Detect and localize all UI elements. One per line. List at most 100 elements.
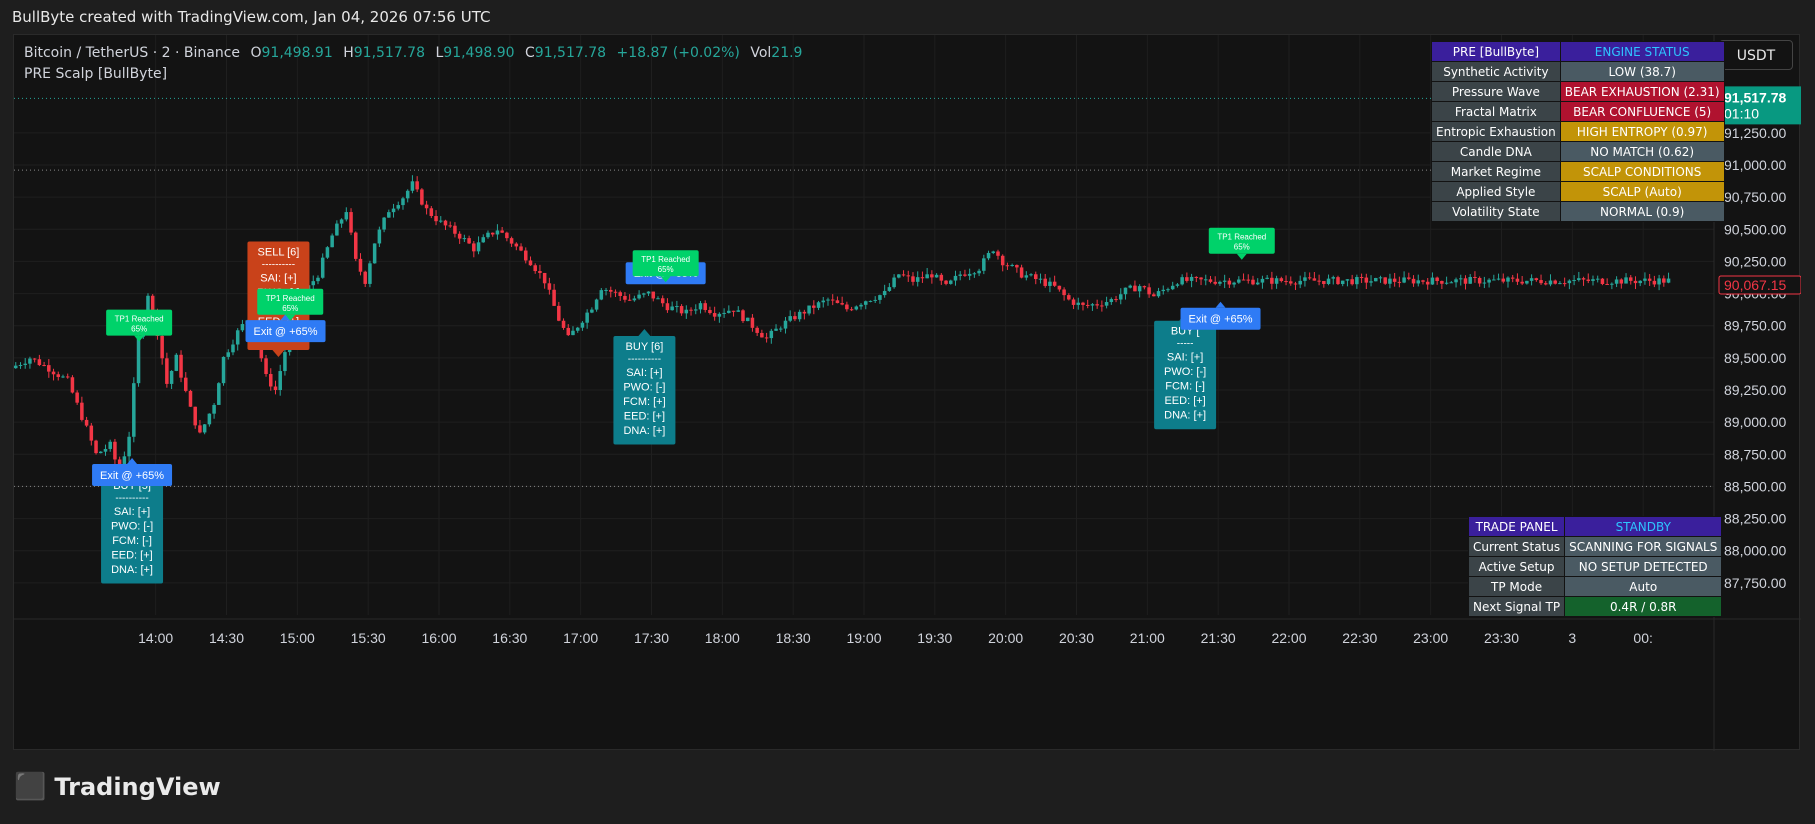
x-tick-label: 14:30 [209,630,244,646]
candle-body [1326,278,1331,284]
candle-body [774,328,778,331]
x-tick-label: 15:00 [280,630,315,646]
candle-body [807,305,811,314]
candle-body [1345,279,1350,281]
candle-body [1119,294,1123,300]
candle-body [1204,279,1208,281]
candle-body [1265,277,1269,279]
candle-body [509,238,514,244]
candle-body [240,324,245,331]
candle-body [212,404,216,414]
candle-body [783,320,788,329]
candle-body [70,377,75,393]
candle-body [1496,278,1501,280]
candle-body [14,365,18,369]
candle-body [712,313,717,317]
candle-body [1548,280,1553,285]
candle-body [108,441,112,449]
candle-body [949,280,953,284]
candle-body [311,281,316,286]
y-tick-label: 89,750.00 [1724,318,1786,334]
tp-title: TP1 Reached [1217,233,1266,242]
engine-row-label: Applied Style [1431,181,1561,202]
candle-body [566,327,571,336]
candle-body [1237,279,1241,283]
candle-body [882,290,887,296]
candle-body [1104,302,1109,306]
candle-body [1624,277,1628,284]
symbol-name[interactable]: Bitcoin / TetherUS · 2 · Binance [24,45,240,61]
candle-body [1034,274,1038,280]
signal-line: FCM: [+] [623,396,665,408]
candle-body [1355,277,1359,285]
candle-body [443,220,448,226]
x-tick-label: 19:30 [917,630,952,646]
signal-title: SELL [6] [258,247,300,259]
candle-body [1298,280,1302,285]
candle-body [665,303,670,311]
engine-row-label: Market Regime [1431,161,1561,182]
candle-body [982,258,986,271]
trade-row: TP Mode Auto [1467,576,1723,597]
candle-body [826,299,830,301]
trade-row-label: Next Signal TP [1467,596,1566,617]
x-tick-label: 21:00 [1130,630,1165,646]
candle-body [226,352,231,357]
candle-body [1449,282,1454,284]
candle-body [490,232,495,235]
candle-body [235,330,240,345]
engine-row: Entropic Exhaustion HIGH ENTROPY (0.97) [1431,121,1725,142]
candle-body [1199,277,1203,280]
tp-percent: 65% [658,265,674,274]
chart-panel[interactable]: 91,250.00 91,000.00 90,750.00 90,500.00 90,2… [13,34,1801,751]
candle-body [524,250,528,261]
candle-body [264,358,268,375]
candle-body [1090,304,1095,306]
candle-body [320,257,325,278]
candle-body [1459,278,1463,280]
candle-body [1473,277,1477,279]
candle-body [396,205,401,209]
candle-body [37,359,42,366]
candle-body [335,223,339,236]
candle-body [1279,278,1284,282]
y-tick-label: 89,500.00 [1724,350,1786,366]
signal-marker-pointer [638,328,651,336]
candle-body [1274,278,1279,284]
candle-body [1411,278,1416,284]
candle-body [642,293,646,295]
candle-body [967,273,972,276]
candle-body [1444,282,1449,284]
candle-body [1114,299,1118,301]
volume-label: Vol [750,45,772,61]
candle-body [1562,283,1567,285]
candle-body [448,225,452,227]
indicator-name[interactable]: PRE Scalp [BullByte] [24,66,167,82]
candle-body [65,376,70,378]
signal-line: DNA: [+] [1164,410,1206,422]
candle-body [703,303,707,311]
candle-body [363,271,367,284]
candle-body [1520,281,1524,284]
engine-row-value: SCALP (Auto) [1559,181,1725,202]
candle-body [1638,280,1642,284]
candle-body [1000,255,1005,266]
x-tick-label: 3 [1568,630,1576,646]
currency-button[interactable]: USDT [1719,40,1793,70]
candle-body [594,299,599,310]
engine-row: Candle DNA NO MATCH (0.62) [1431,141,1725,162]
candle-body [1416,280,1421,284]
candle-body [538,271,542,273]
candle-body [401,198,405,206]
candle-body [439,220,443,222]
candle-body [1506,277,1510,282]
x-tick-label: 18:00 [705,630,740,646]
candle-body [1544,283,1548,285]
level-tag-value: 90,067.15 [1724,277,1786,293]
candle-body [1402,277,1406,283]
candle-body [618,292,622,296]
candle-body [174,354,179,371]
candle-body [457,233,462,239]
candle-body [1255,282,1260,285]
candle-body [1421,280,1425,282]
